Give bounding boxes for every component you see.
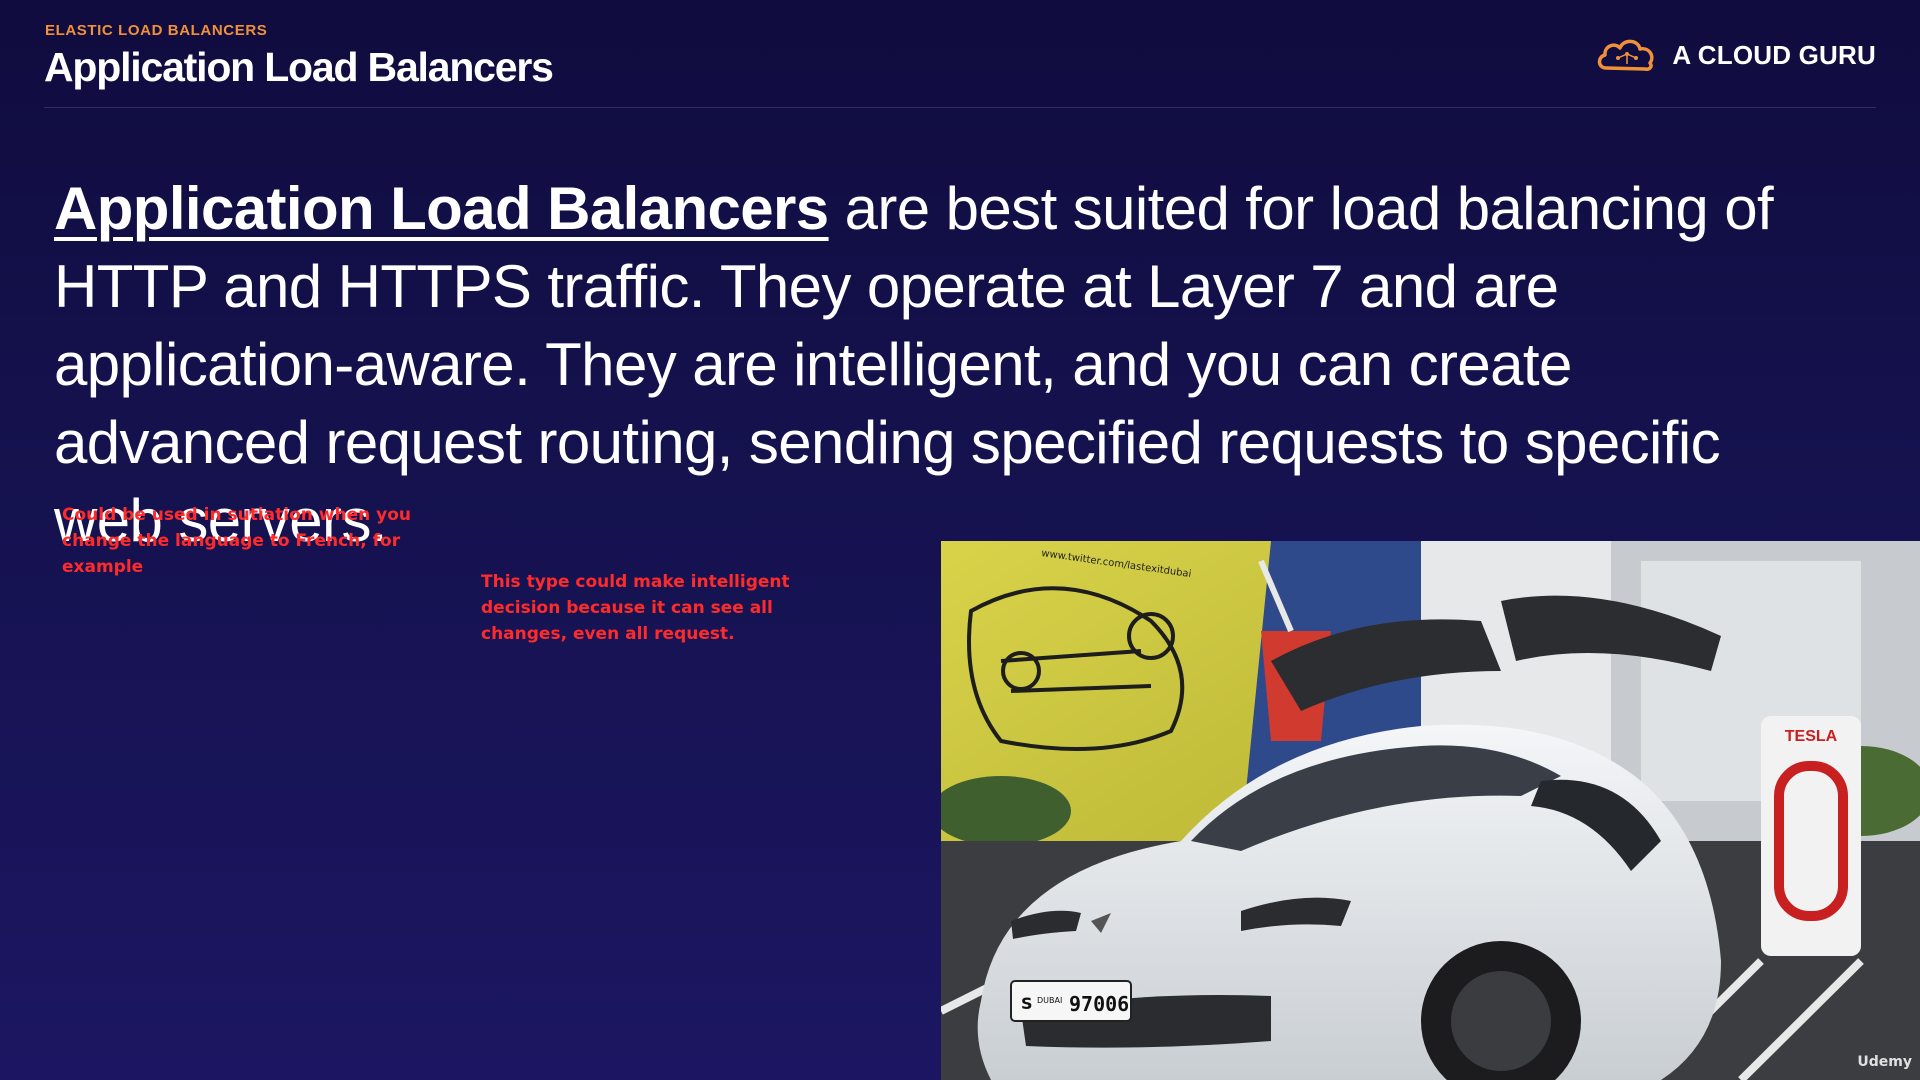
brand-name: A CLOUD GURU (1672, 39, 1876, 70)
tesla-photo: TESLA S DUBAI 97006 www.twitter.com/last… (941, 541, 1920, 1080)
plate-number: 97006 (1069, 992, 1129, 1016)
annotation-note-1: Could be used in sutiation when you chan… (62, 505, 411, 577)
tesla-illustration: TESLA S DUBAI 97006 www.twitter.com/last… (941, 541, 1920, 1080)
plate-letter: S (1021, 994, 1033, 1013)
plate-region: DUBAI (1037, 996, 1062, 1005)
udemy-watermark: Udemy (1857, 1054, 1912, 1070)
term-highlight: Application Load Balancers (54, 175, 829, 242)
brand-logo: A CLOUD GURU (1594, 34, 1876, 76)
cloud-icon (1598, 39, 1654, 71)
charger-label: TESLA (1785, 728, 1838, 745)
section-eyebrow: ELASTIC LOAD BALANCERS (45, 22, 268, 39)
header-divider (44, 107, 1876, 108)
slide-title: Application Load Balancers (44, 44, 554, 90)
annotation-note-2: This type could make intelligent decisio… (481, 572, 790, 644)
